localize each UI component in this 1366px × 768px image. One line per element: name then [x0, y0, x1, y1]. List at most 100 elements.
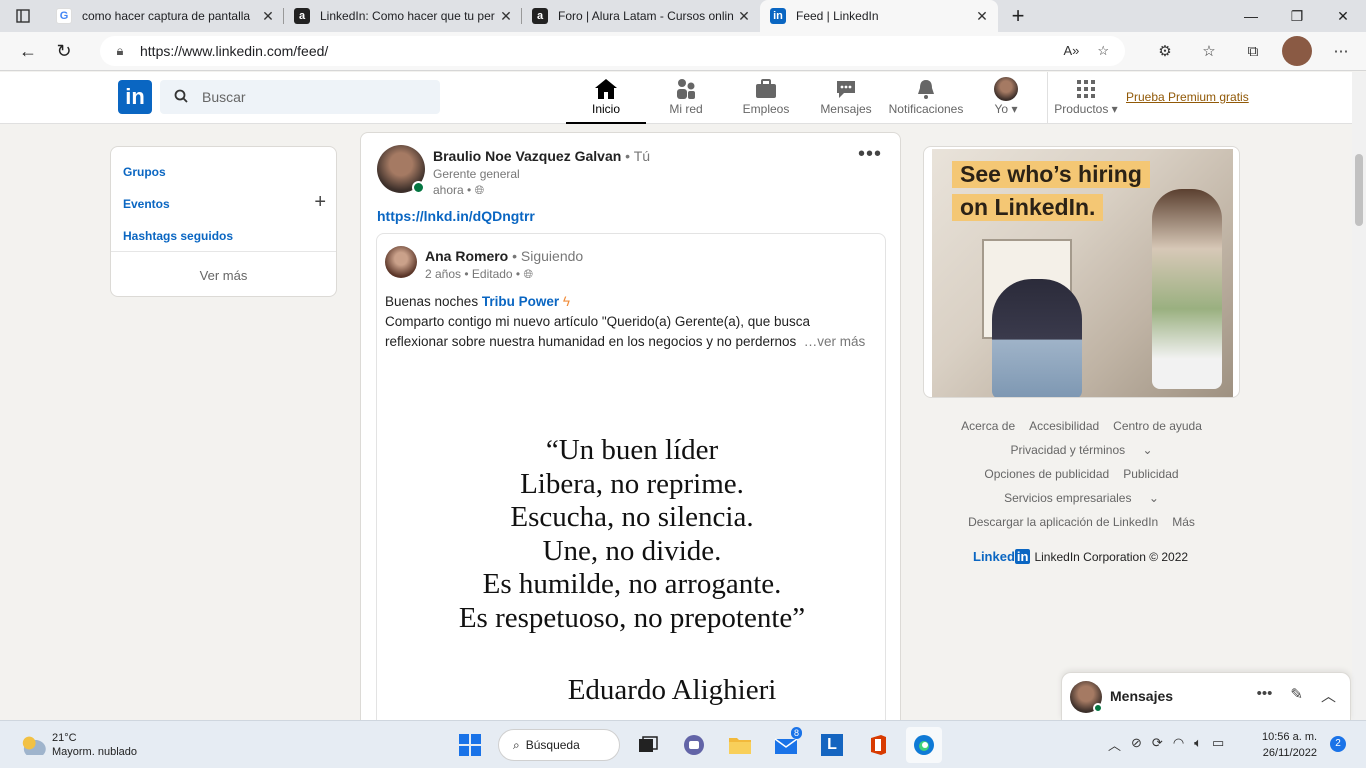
- start-icon[interactable]: [452, 727, 488, 763]
- footer-link[interactable]: Privacidad y términos ⌄: [1003, 443, 1159, 457]
- close-window-icon[interactable]: ✕: [1320, 0, 1366, 32]
- favorite-star-icon[interactable]: ☆: [1097, 43, 1109, 59]
- close-tab-icon[interactable]: ✕: [260, 8, 276, 25]
- address-bar[interactable]: 🔒︎ https://www.linkedin.com/feed/ A» ☆: [100, 36, 1125, 66]
- search-input[interactable]: Buscar: [160, 80, 440, 114]
- footer-link[interactable]: Opciones de publicidad: [984, 467, 1109, 481]
- file-explorer-icon[interactable]: [722, 727, 758, 763]
- minimize-icon[interactable]: —: [1228, 0, 1274, 32]
- page-scrollbar[interactable]: [1352, 72, 1366, 720]
- linkedin-icon: in: [770, 8, 786, 24]
- volume-icon[interactable]: 🔈︎: [1194, 735, 1202, 754]
- chevron-up-icon[interactable]: ︿: [1321, 685, 1336, 706]
- read-aloud-icon[interactable]: A»: [1063, 43, 1079, 59]
- nav-messaging[interactable]: Mensajes: [806, 76, 886, 124]
- edge-icon[interactable]: [906, 727, 942, 763]
- caret-down-icon: ▾: [1011, 102, 1018, 116]
- footer-link[interactable]: Descargar la aplicación de LinkedIn: [968, 515, 1158, 529]
- messaging-title[interactable]: Mensajes: [1110, 688, 1173, 704]
- footer-link[interactable]: Servicios empresariales ⌄: [997, 491, 1166, 505]
- close-tab-icon[interactable]: ✕: [498, 8, 514, 25]
- sidebar-link-events[interactable]: Eventos: [123, 197, 170, 211]
- chevron-up-icon[interactable]: ︿: [1108, 735, 1121, 754]
- shared-author[interactable]: Ana Romero • Siguiendo: [425, 248, 583, 264]
- lock-icon[interactable]: 🔒︎: [100, 43, 140, 59]
- nav-network[interactable]: Mi red: [646, 76, 726, 124]
- home-icon: [594, 76, 618, 102]
- new-tab-button[interactable]: +: [998, 0, 1038, 32]
- nav-label: Mi red: [669, 102, 703, 116]
- network-icon: [674, 76, 698, 102]
- back-icon[interactable]: ←: [10, 35, 46, 67]
- extensions-icon[interactable]: ⚙: [1150, 36, 1180, 66]
- clock[interactable]: 10:56 a. m. 26/11/2022: [1262, 729, 1317, 761]
- search-placeholder: Buscar: [202, 89, 246, 105]
- battery-icon[interactable]: ▭: [1212, 735, 1224, 754]
- sidebar-link-hashtags[interactable]: Hashtags seguidos: [123, 229, 233, 243]
- security-icon[interactable]: ⊘: [1131, 735, 1142, 754]
- taskbar-search[interactable]: ⌕ Búsqueda: [498, 729, 620, 761]
- more-menu-icon[interactable]: ⋯: [1326, 36, 1356, 66]
- notification-badge[interactable]: 2: [1330, 736, 1346, 752]
- post-author[interactable]: Braulio Noe Vazquez Galvan • Tú: [433, 148, 650, 164]
- tab-actions-icon[interactable]: [0, 0, 46, 32]
- post-options-icon[interactable]: •••: [858, 143, 882, 166]
- footer-link[interactable]: Publicidad: [1123, 467, 1178, 481]
- office-icon[interactable]: [860, 727, 896, 763]
- nav-label-with-caret: Productos ▾: [1054, 102, 1118, 116]
- wifi-icon[interactable]: ◠: [1173, 735, 1184, 754]
- browser-tab-active[interactable]: in Feed | LinkedIn ✕: [760, 0, 998, 32]
- ad-headline-1: See who’s hiring: [952, 161, 1150, 188]
- tab-title: LinkedIn: Como hacer que tu per: [320, 9, 495, 23]
- chevron-down-icon: ⌄: [1142, 443, 1153, 457]
- shared-post[interactable]: Ana Romero • Siguiendo 2 años • Editado …: [376, 233, 886, 731]
- windows-taskbar: 21°C Mayorm. nublado ⌕ Búsqueda 8 L ︿ ⊘ ⟳ …: [0, 720, 1366, 768]
- refresh-icon[interactable]: ↻: [46, 35, 82, 67]
- footer-link[interactable]: Accesibilidad: [1029, 419, 1099, 433]
- footer-link[interactable]: Centro de ayuda: [1113, 419, 1202, 433]
- sync-icon[interactable]: ⟳: [1152, 735, 1163, 754]
- messaging-widget[interactable]: Mensajes ••• ✎ ︿: [1061, 672, 1351, 720]
- weather-widget[interactable]: 21°C Mayorm. nublado: [18, 731, 137, 759]
- url-text[interactable]: https://www.linkedin.com/feed/: [140, 43, 328, 59]
- browser-tab[interactable]: a LinkedIn: Como hacer que tu per ✕: [284, 0, 522, 32]
- lightning-icon: ϟ: [562, 294, 571, 309]
- nav-jobs[interactable]: Empleos: [726, 76, 806, 124]
- nav-products[interactable]: Productos ▾: [1046, 76, 1126, 124]
- browser-tab[interactable]: G como hacer captura de pantalla ✕: [46, 0, 284, 32]
- restore-icon[interactable]: ❐: [1274, 0, 1320, 32]
- tab-title: Foro | Alura Latam - Cursos onlin: [558, 9, 734, 23]
- shared-author-avatar[interactable]: [385, 246, 417, 278]
- footer-link[interactable]: Más: [1172, 515, 1195, 529]
- see-more-button[interactable]: Ver más: [111, 251, 336, 283]
- sidebar-link-groups[interactable]: Grupos: [123, 165, 166, 179]
- post-link[interactable]: https://lnkd.in/dQDngtrr: [377, 208, 535, 224]
- tag-link[interactable]: Tribu Power: [482, 294, 559, 309]
- teams-chat-icon[interactable]: [676, 727, 712, 763]
- add-event-icon[interactable]: +: [314, 191, 326, 214]
- linkedin-logo[interactable]: in: [118, 80, 152, 114]
- nav-notifications[interactable]: Notificaciones: [886, 76, 966, 124]
- nav-me[interactable]: Yo ▾: [966, 76, 1046, 124]
- more-options-icon[interactable]: •••: [1257, 685, 1273, 706]
- nav-label-with-caret: Yo ▾: [994, 102, 1018, 116]
- collections-icon[interactable]: ⧉: [1238, 36, 1268, 66]
- nav-label: Mensajes: [820, 102, 872, 116]
- favorites-icon[interactable]: ☆: [1194, 36, 1224, 66]
- profile-avatar[interactable]: [1282, 36, 1312, 66]
- footer-link[interactable]: Acerca de: [961, 419, 1015, 433]
- see-more-link[interactable]: …ver más: [804, 334, 866, 349]
- nav-label: Notificaciones: [888, 102, 964, 116]
- search-icon: ⌕: [513, 737, 520, 752]
- close-tab-icon[interactable]: ✕: [974, 8, 990, 25]
- browser-tab[interactable]: a Foro | Alura Latam - Cursos onlin ✕: [522, 0, 760, 32]
- task-view-icon[interactable]: [630, 727, 666, 763]
- nav-home[interactable]: Inicio: [566, 76, 646, 124]
- close-tab-icon[interactable]: ✕: [736, 8, 752, 25]
- compose-icon[interactable]: ✎: [1290, 685, 1303, 706]
- premium-link[interactable]: Prueba Premium gratis: [1126, 90, 1249, 104]
- ad-card[interactable]: See who’s hiring on LinkedIn.: [923, 146, 1240, 398]
- scrollbar-thumb[interactable]: [1355, 154, 1363, 226]
- mail-icon[interactable]: 8: [768, 727, 804, 763]
- app-l-icon[interactable]: L: [814, 727, 850, 763]
